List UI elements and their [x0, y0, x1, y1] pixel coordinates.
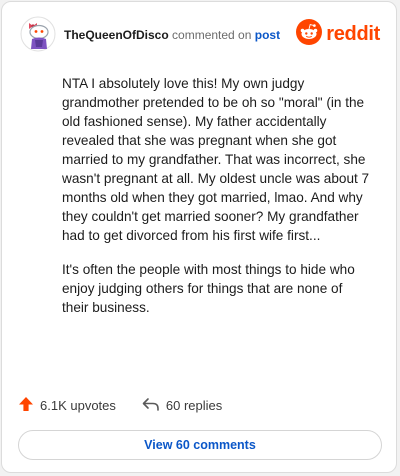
upvote-count: 6.1K upvotes	[40, 398, 116, 413]
action-text: commented on	[172, 28, 252, 42]
comment-card: TheQueenOfDisco commented on post reddit	[1, 1, 397, 473]
comment-header: TheQueenOfDisco commented on post reddit	[20, 16, 380, 56]
upvote-arrow-icon[interactable]	[18, 396, 34, 415]
username-link[interactable]: TheQueenOfDisco	[64, 28, 169, 42]
snoo-avatar-icon[interactable]	[20, 16, 56, 52]
comment-stats: 6.1K upvotes 60 replies	[18, 396, 222, 415]
reddit-wordmark: reddit	[326, 22, 380, 45]
upvotes-stat[interactable]: 6.1K upvotes	[18, 396, 116, 415]
comment-paragraph: NTA I absolutely love this! My own judgy…	[62, 76, 370, 243]
reply-arrow-icon[interactable]	[142, 396, 160, 415]
comment-body: NTA I absolutely love this! My own judgy…	[62, 74, 372, 332]
post-link[interactable]: post	[255, 28, 280, 42]
reddit-logo-icon	[296, 18, 323, 50]
replies-stat[interactable]: 60 replies	[142, 396, 222, 415]
byline: TheQueenOfDisco commented on post	[64, 28, 280, 42]
reply-count: 60 replies	[165, 398, 223, 413]
comment-paragraph: It's often the people with most things t…	[62, 262, 355, 315]
view-comments-button[interactable]: View 60 comments	[18, 430, 382, 460]
reddit-brand[interactable]: reddit	[296, 18, 380, 50]
